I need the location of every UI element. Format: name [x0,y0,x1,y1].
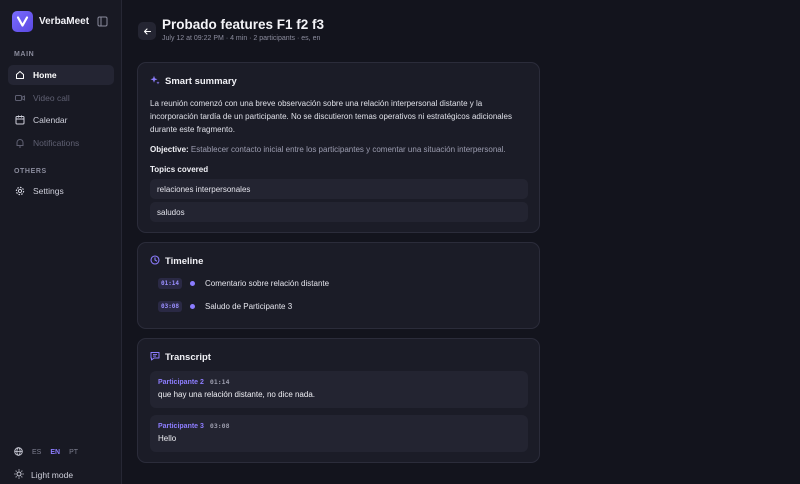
sidebar-item-video-call[interactable]: Video call [8,88,114,108]
app-name: VerbaMeet [39,16,90,27]
sidebar-item-label: Settings [33,186,64,196]
language-option-pt[interactable]: PT [69,449,78,456]
sidebar-item-calendar[interactable]: Calendar [8,110,114,130]
sidebar-item-label: Home [33,70,57,80]
sidebar-item-label: Video call [33,93,70,103]
smart-summary-card: Smart summary La reunión comenzó con una… [137,62,540,233]
language-option-es[interactable]: ES [32,449,41,456]
gear-icon [15,186,25,196]
brand[interactable]: VerbaMeet [12,11,89,32]
objective-text: Establecer contacto inicial entre los pa… [190,145,506,154]
objective-label: Objective: [150,145,189,154]
timeline-card: Timeline 01:14 Comentario sobre relación… [137,242,540,329]
objective: Objective: Establecer contacto inicial e… [150,145,506,154]
card-header: Transcript [150,351,211,363]
timeline-dot [190,304,195,309]
sidebar-collapse-icon[interactable] [97,16,108,27]
home-icon [15,70,25,80]
message-time[interactable]: 01:14 [210,378,230,386]
timeline-item[interactable]: 01:14 Comentario sobre relación distante [158,278,329,289]
clock-icon [150,255,160,267]
card-title: Timeline [165,255,204,267]
chat-icon [150,351,160,363]
timeline-item-text: Comentario sobre relación distante [205,279,330,288]
language-switcher: ES EN PT [14,447,78,458]
section-label-main: MAIN [14,51,35,58]
transcript-message[interactable]: Participante 3 03:08 Hello [150,415,528,452]
timestamp-badge[interactable]: 01:14 [158,278,182,289]
card-header: Timeline [150,255,203,267]
topics-label: Topics covered [150,165,209,174]
message-time[interactable]: 03:08 [210,422,230,430]
card-header: Smart summary [150,75,237,87]
video-icon [15,93,25,103]
summary-text: La reunión comenzó con una breve observa… [150,99,512,134]
bell-icon [15,138,25,148]
message-text: que hay una relación distante, no dice n… [158,390,316,399]
light-mode-label: Light mode [31,470,74,480]
sidebar-item-notifications[interactable]: Notifications [8,133,114,153]
sun-icon [14,469,24,481]
language-option-en[interactable]: EN [50,449,60,456]
card-title: Transcript [165,351,211,363]
timeline-item[interactable]: 03:08 Saludo de Participante 3 [158,301,292,312]
section-label-others: OTHERS [14,168,47,175]
main-content: Probado features F1 f2 f3 July 12 at 09:… [122,0,800,484]
sidebar-item-home[interactable]: Home [8,65,114,85]
timeline-dot [190,281,195,286]
card-title: Smart summary [165,75,237,87]
verbameet-logo-icon [12,11,33,32]
message-text: Hello [158,434,177,443]
back-button[interactable] [138,22,156,40]
topic-chip: relaciones interpersonales [150,179,528,199]
sparkle-icon [150,75,160,87]
sidebar-item-settings[interactable]: Settings [8,181,114,201]
transcript-card: Transcript Participante 2 01:14 que hay … [137,338,540,463]
message-header: Participante 2 01:14 [158,378,230,386]
page-title: Probado features F1 f2 f3 [162,17,325,32]
sidebar-item-label: Calendar [33,115,68,125]
speaker-name: Participante 2 [158,378,204,386]
transcript-message[interactable]: Participante 2 01:14 que hay una relació… [150,371,528,408]
timeline-item-text: Saludo de Participante 3 [205,302,293,311]
topic-chip: saludos [150,202,528,222]
speaker-name: Participante 3 [158,422,204,430]
sidebar-item-label: Notifications [33,138,80,148]
sidebar: VerbaMeet MAIN Home Video call Calendar … [0,0,122,484]
timestamp-badge[interactable]: 03:08 [158,301,182,312]
calendar-icon [15,115,25,125]
globe-icon [14,447,23,458]
meeting-meta: July 12 at 09:22 PM · 4 min · 2 particip… [162,35,321,42]
light-mode-toggle[interactable]: Light mode [14,469,73,481]
message-header: Participante 3 03:08 [158,422,230,430]
arrow-left-icon [143,27,151,35]
